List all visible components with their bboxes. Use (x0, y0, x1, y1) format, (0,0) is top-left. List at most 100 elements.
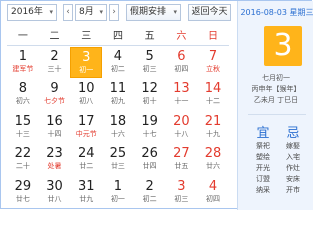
day-cell[interactable]: 13 十一 (166, 79, 198, 110)
weekday-label: 五 (144, 31, 155, 42)
weekday-label: 四 (112, 31, 123, 42)
day-cell[interactable]: 23 处暑 (39, 144, 71, 175)
yi-item: 订盟 (256, 175, 270, 183)
day-cell[interactable]: 29 廿七 (7, 177, 39, 208)
day-cell[interactable]: 9 七夕节 (39, 79, 71, 110)
day-cell[interactable]: 28 廿六 (197, 144, 229, 175)
lunar-day-label: 十二 (206, 97, 221, 106)
day-cell[interactable]: 6 初四 (166, 47, 198, 78)
day-cell[interactable]: 4 初四 (197, 177, 229, 208)
lunar-day-label: 初四 (174, 65, 189, 73)
yi-list: 祭祀 塑绘 开光 订盟 纳采 (248, 141, 278, 196)
day-number: 14 (204, 81, 222, 97)
day-cell[interactable]: 24 廿二 (70, 144, 102, 175)
day-cell[interactable]: 15 十三 (7, 112, 39, 143)
day-cell[interactable]: 31 廿九 (70, 177, 102, 208)
day-number: 3 (177, 178, 186, 194)
lunar-day-label: 初九 (110, 97, 125, 106)
chevron-left-icon: ‹ (66, 7, 70, 17)
lunar-day-label: 初八 (79, 97, 94, 106)
day-cell[interactable]: 16 十四 (39, 112, 71, 143)
day-cell[interactable]: 25 廿三 (102, 144, 134, 175)
lunar-day-label: 廿七 (15, 194, 30, 203)
year-select[interactable]: 2016年 ▾ (7, 4, 57, 21)
back-to-today-button[interactable]: 返回今天 (188, 4, 231, 21)
day-number: 31 (77, 178, 95, 194)
yi-heading: 宜 (256, 126, 270, 141)
day-number: 2 (145, 178, 154, 194)
day-number: 28 (204, 146, 222, 162)
lunar-day-label: 廿二 (79, 162, 94, 171)
day-number: 2 (50, 49, 59, 64)
ji-item: 入宅 (286, 153, 300, 161)
day-cell[interactable]: 22 二十 (7, 144, 39, 175)
day-cell[interactable]: 8 初六 (7, 79, 39, 110)
day-number: 8 (18, 81, 27, 97)
yi-item: 开光 (256, 164, 270, 172)
lunar-day-label: 初一 (79, 66, 94, 74)
chevron-down-icon: ▾ (173, 8, 177, 16)
day-cell[interactable]: 2 三十 (39, 47, 71, 78)
day-cell[interactable]: 26 廿四 (134, 144, 166, 175)
lunar-day-label: 十六 (110, 129, 125, 138)
day-number: 3 (82, 50, 91, 65)
festival-label: 处暑 (47, 162, 62, 171)
back-to-today-label: 返回今天 (191, 7, 228, 17)
chevron-down-icon: ▾ (49, 8, 53, 16)
day-cell[interactable]: 17 中元节 (70, 112, 102, 143)
day-number: 1 (18, 49, 27, 64)
prev-month-button[interactable]: ‹ (63, 4, 73, 21)
big-day-number: 3 (264, 26, 302, 66)
panel-divider (248, 114, 306, 115)
day-cell[interactable]: 1 初一 (102, 177, 134, 208)
day-number: 30 (46, 178, 63, 194)
day-number: 24 (77, 146, 95, 162)
lunar-day-label: 廿三 (110, 162, 125, 171)
ji-item: 开市 (286, 186, 300, 194)
day-cell[interactable]: 20 十八 (166, 112, 198, 143)
ji-item: 安床 (286, 175, 300, 183)
day-cell[interactable]: 21 十九 (197, 112, 229, 143)
day-cell[interactable]: 1 建军节 (7, 47, 39, 78)
lunar-day-label: 初二 (110, 65, 125, 73)
day-cell[interactable]: 4 初二 (102, 47, 134, 78)
day-cell[interactable]: 7 立秋 (197, 47, 229, 78)
lunar-day-label: 廿四 (142, 162, 157, 171)
yi-item: 祭祀 (256, 142, 270, 150)
day-cell[interactable]: 2 初二 (134, 177, 166, 208)
day-cell[interactable]: 12 初十 (134, 79, 166, 110)
chevron-right-icon: › (112, 7, 116, 17)
festival-label: 七夕节 (44, 97, 66, 106)
weekday-header: 一二三四五六日 (7, 29, 229, 44)
day-number: 5 (145, 49, 154, 64)
day-cell[interactable]: 19 十七 (134, 112, 166, 143)
holiday-schedule-select[interactable]: 假期安排 ▾ (126, 4, 181, 21)
day-cell[interactable]: 18 十六 (102, 112, 134, 143)
lunar-day-label: 十八 (174, 129, 189, 138)
day-cell[interactable]: 5 初三 (134, 47, 166, 78)
day-number: 29 (14, 178, 32, 194)
day-number: 26 (141, 146, 158, 162)
chevron-down-icon: ▾ (99, 8, 103, 16)
calendar-widget: 2016年 ▾ ‹ 8月 ▾ › 假期安排 ▾ 返回今天 一二三四五六日 1 建军… (0, 0, 314, 210)
year-select-value: 2016年 (11, 7, 43, 17)
lunar-day-label: 初三 (174, 194, 189, 203)
day-cell[interactable]: 27 廿五 (166, 144, 198, 175)
month-select[interactable]: 8月 ▾ (75, 4, 107, 21)
day-cell[interactable]: 11 初九 (102, 79, 134, 110)
day-cell-today[interactable]: 3 初一 (70, 47, 103, 78)
day-number: 16 (46, 113, 63, 129)
lunar-day-label: 初十 (142, 97, 157, 106)
day-number: 20 (173, 113, 190, 129)
day-cell[interactable]: 10 初八 (70, 79, 102, 110)
day-number: 13 (173, 81, 190, 97)
next-month-button[interactable]: › (109, 4, 119, 21)
day-cell[interactable]: 3 初三 (166, 177, 198, 208)
day-cell[interactable]: 30 廿八 (39, 177, 71, 208)
day-cell[interactable]: 14 十二 (197, 79, 229, 110)
day-number: 1 (113, 178, 123, 194)
day-number: 25 (109, 146, 127, 162)
day-number: 10 (77, 81, 95, 97)
lunar-day-label: 三十 (47, 65, 62, 73)
weekday-label: 一 (17, 31, 28, 42)
